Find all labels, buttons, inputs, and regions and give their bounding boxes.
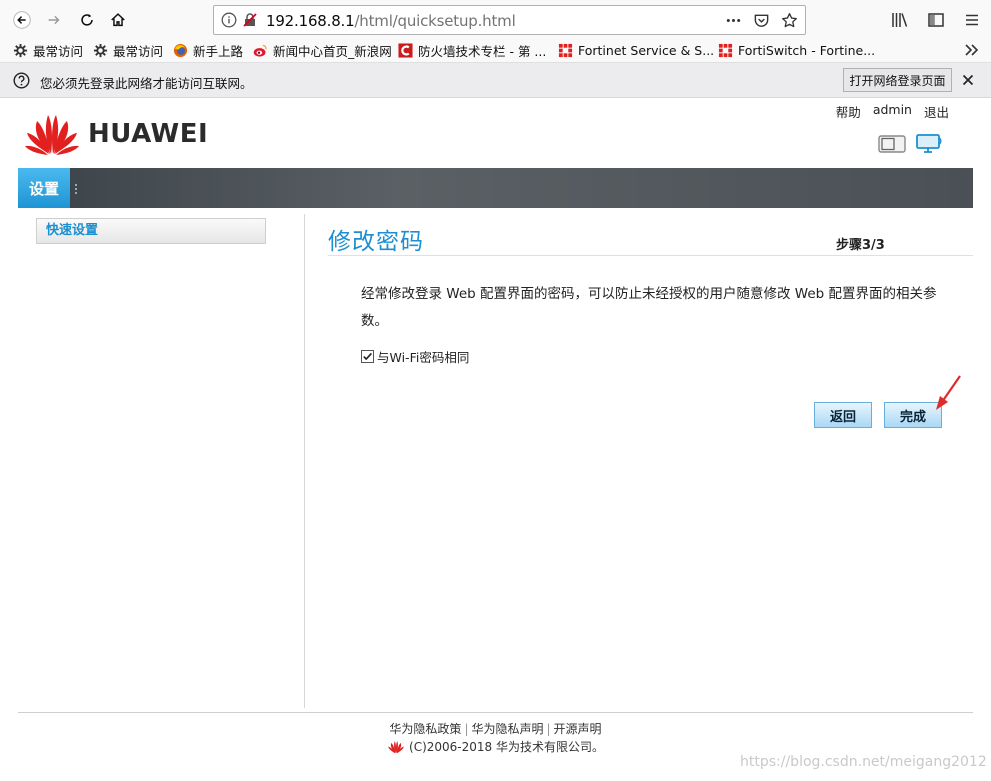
back-button[interactable]: 返回: [814, 402, 872, 428]
bookmark-item[interactable]: 最常访问: [13, 41, 83, 59]
close-icon[interactable]: [960, 72, 976, 88]
sidebar: 快速设置: [18, 214, 305, 708]
reload-icon: [81, 14, 93, 26]
browser-toolbar: 192.168.8.1/html/quicksetup.html: [0, 0, 991, 38]
pocket-button[interactable]: [751, 11, 771, 29]
home-button[interactable]: [104, 6, 132, 34]
app-menu-button[interactable]: [961, 9, 983, 31]
logout-link[interactable]: 退出: [924, 102, 949, 121]
top-links: 帮助 admin 退出: [836, 102, 949, 121]
monitor-icon: [916, 134, 942, 153]
page-title: 修改密码: [328, 229, 424, 255]
footer-links: 华为隐私政策 | 华为隐私声明 | 开源声明: [389, 722, 602, 736]
huawei-flower-icon: [25, 115, 79, 155]
firefox-icon: [173, 43, 188, 57]
brand-name: HUAWEI: [88, 119, 209, 149]
fortinet-icon: [718, 43, 733, 57]
main-content: 修改密码 步骤3/3 经常修改登录 Web 配置界面的密码，可以防止未经授权的用…: [328, 214, 973, 708]
annotation-arrow-icon: [936, 375, 961, 410]
insecure-lock-icon[interactable]: [242, 12, 258, 28]
privacy-statement-link[interactable]: 华为隐私声明: [471, 722, 543, 736]
footer-divider: [18, 712, 973, 713]
library-button[interactable]: [889, 9, 911, 31]
bookmark-item[interactable]: FortiSwitch - Fortine...: [718, 41, 875, 59]
bookmark-item[interactable]: 防火墙技术专栏 - 第 ...: [398, 41, 546, 59]
page-actions-button[interactable]: [723, 11, 743, 29]
csdn-icon: [398, 42, 413, 58]
menu-divider: [75, 184, 77, 194]
copyright-text: (C)2006-2018 华为技术有限公司。: [409, 740, 604, 754]
library-icon: [892, 13, 908, 27]
copyright: (C)2006-2018 华为技术有限公司。: [0, 738, 991, 755]
blog-watermark: https://blog.csdn.net/meigang2012: [740, 754, 987, 770]
tablet-icon: [878, 135, 906, 153]
privacy-policy-link[interactable]: 华为隐私政策: [389, 722, 461, 736]
open-login-page-button[interactable]: 打开网络登录页面: [843, 68, 952, 92]
pocket-icon: [754, 14, 768, 27]
description-text: 经常修改登录 Web 配置界面的密码，可以防止未经授权的用户随意修改 Web 配…: [361, 286, 937, 329]
mobile-view-button[interactable]: [878, 135, 906, 153]
main-menu-bar: 设置: [18, 168, 973, 208]
title-divider: [328, 255, 973, 256]
hamburger-menu-icon: [966, 14, 978, 26]
gear-icon: [13, 43, 28, 57]
same-as-wifi-option[interactable]: 与Wi-Fi密码相同: [361, 347, 469, 366]
view-mode-switcher: [878, 134, 943, 154]
more-dots-icon: [726, 18, 740, 22]
gear-icon: [93, 43, 108, 57]
back-arrow-icon: [13, 11, 31, 29]
reload-button[interactable]: [73, 6, 101, 34]
sidebar-icon: [928, 13, 944, 27]
back-button[interactable]: [8, 6, 36, 34]
forward-arrow-icon: [48, 15, 60, 25]
captive-portal-notification: 您必须先登录此网络才能访问互联网。 打开网络登录页面: [0, 63, 991, 98]
sidebar-item-quick-setup[interactable]: 快速设置: [36, 218, 266, 244]
bookmark-item[interactable]: 最常访问: [93, 41, 163, 59]
info-icon[interactable]: [221, 12, 237, 28]
checkbox-label: 与Wi-Fi密码相同: [377, 350, 470, 365]
forward-button[interactable]: [40, 6, 68, 34]
star-icon: [781, 12, 797, 27]
sina-icon: [253, 44, 267, 57]
url-text[interactable]: 192.168.8.1/html/quicksetup.html: [266, 12, 516, 30]
huawei-flower-icon: [388, 740, 404, 753]
url-bar[interactable]: 192.168.8.1/html/quicksetup.html: [213, 5, 806, 35]
fortinet-icon: [558, 43, 573, 57]
user-link[interactable]: admin: [873, 102, 912, 121]
bookmarks-toolbar: 最常访问 最常访问 新手上路 新闻中心首页_新浪网 防火墙技术专栏 - 第 ..…: [0, 38, 991, 63]
bookmark-item[interactable]: Fortinet Service & S...: [558, 41, 714, 59]
step-indicator: 步骤3/3: [836, 238, 885, 253]
question-icon: [13, 72, 30, 89]
home-icon: [111, 13, 125, 27]
checkmark-icon: [363, 352, 372, 361]
bookmark-star-button[interactable]: [779, 11, 799, 29]
same-as-wifi-checkbox[interactable]: [361, 350, 374, 363]
bookmark-item[interactable]: 新手上路: [173, 41, 243, 59]
open-source-link[interactable]: 开源声明: [554, 722, 602, 736]
help-link[interactable]: 帮助: [836, 102, 861, 121]
sidebar-button[interactable]: [925, 9, 947, 31]
tab-settings[interactable]: 设置: [18, 168, 70, 208]
notice-message: 您必须先登录此网络才能访问互联网。: [40, 76, 253, 91]
router-page: 帮助 admin 退出 HUAWEI 设置 快速设置 修改密码 步骤3/3 经常…: [0, 98, 991, 781]
bookmark-item[interactable]: 新闻中心首页_新浪网: [253, 41, 392, 59]
desktop-view-button[interactable]: [915, 134, 943, 154]
huawei-logo: HUAWEI: [24, 112, 208, 156]
chevron-double-right-icon[interactable]: [963, 41, 981, 59]
